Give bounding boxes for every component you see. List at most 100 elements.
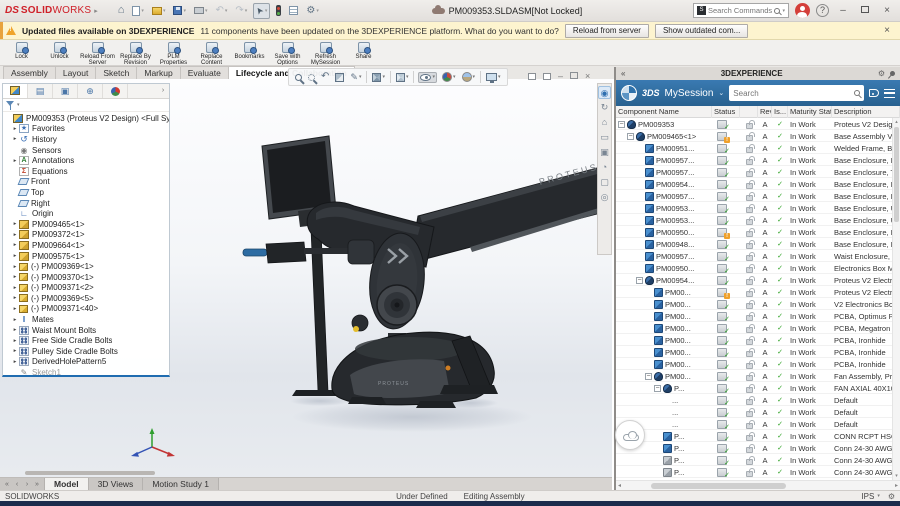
previous-view-button[interactable]: ↶ <box>320 71 330 83</box>
component-row-config[interactable]: ...A✓In WorkDefault <box>616 394 892 407</box>
component-row-pm009353[interactable]: −PM009353A✓In WorkProteus V2 Desig <box>616 118 892 131</box>
column-maturity-state[interactable]: Maturity State <box>788 106 832 118</box>
expand-arrow-icon[interactable]: ▸ <box>11 274 19 280</box>
component-row-p[interactable]: −P...A✓In WorkFAN AXIAL 40X10 <box>616 382 892 395</box>
pin-icon[interactable] <box>888 69 897 78</box>
tab-nav-button[interactable]: « <box>3 481 11 488</box>
row-expander-icon[interactable]: − <box>654 384 661 392</box>
taskpane-3dexperience-icon[interactable]: ◉ <box>598 86 611 99</box>
tree-item-front[interactable]: Front <box>5 177 169 188</box>
tree-item-favorites[interactable]: ▸ ★ Favorites <box>5 124 169 135</box>
tree-item-annotations[interactable]: ▸ A Annotations <box>5 155 169 166</box>
component-row-pm00957[interactable]: PM00957...A✓In WorkBase Enclosure, T <box>616 166 892 179</box>
component-row-p[interactable]: P...A✓In WorkConn 24-30 AWG <box>616 442 892 455</box>
component-row-pm00954[interactable]: PM00954...A✓In WorkBase Enclosure, F <box>616 178 892 191</box>
section-view-button[interactable] <box>334 72 345 83</box>
command-search[interactable]: S ▾ <box>692 3 789 18</box>
panel-search[interactable] <box>729 85 864 101</box>
3dexperience-cloud-fab[interactable] <box>615 420 645 450</box>
expand-arrow-icon[interactable]: ▸ <box>11 221 19 227</box>
component-row-config[interactable]: ...A✓In WorkDefault <box>616 418 892 431</box>
column-is[interactable]: Is... <box>772 106 788 118</box>
component-row-pm00[interactable]: PM00...A✓In WorkPCBA, Megatron <box>616 322 892 335</box>
expand-arrow-icon[interactable]: ▸ <box>11 126 19 132</box>
component-row-pm00953[interactable]: PM00953...A✓In WorkBase Enclosure, U <box>616 202 892 215</box>
tree-item-pm009664-1[interactable]: ▸ PM009664<1> <box>5 240 169 251</box>
ribbon-tab-layout[interactable]: Layout <box>54 66 97 79</box>
ribbon-tab-assembly[interactable]: Assembly <box>3 66 56 79</box>
cmd-refresh-mysession-button[interactable]: Refresh MySession <box>307 41 344 65</box>
display-style-button[interactable]: ▾ <box>395 72 410 83</box>
tree-tabs-more-button[interactable]: › <box>157 84 169 98</box>
filter-funnel-icon[interactable] <box>6 100 15 110</box>
doc-restore-button[interactable] <box>570 71 579 81</box>
hide-show-items-button[interactable]: ▾ <box>418 71 437 83</box>
taskpane-appearances-icon[interactable]: ◔ <box>598 161 611 174</box>
component-row-pm00[interactable]: PM00...A✓In WorkV2 Electronics Bo <box>616 298 892 311</box>
tag-icon[interactable] <box>869 89 879 97</box>
expand-arrow-icon[interactable]: ▸ <box>11 359 19 365</box>
cmd-reload-from-server-button[interactable]: Reload From Server <box>79 41 116 65</box>
expand-arrow-icon[interactable]: ▸ <box>11 232 19 238</box>
dock-window-icon[interactable] <box>528 72 536 80</box>
taskpane-view-palette-icon[interactable]: ▣ <box>598 146 611 159</box>
tree-item-free-side-cradle-bolts[interactable]: ▸ Free Side Cradle Bolts <box>5 335 169 346</box>
tree-item-history[interactable]: ▸ ↺ History <box>5 134 169 145</box>
logo-expand-icon[interactable]: ▸ <box>94 7 98 15</box>
panel-search-input[interactable] <box>733 88 851 98</box>
component-row-pm00951[interactable]: PM00951...A✓In WorkWelded Frame, B <box>616 142 892 155</box>
redo-button[interactable]: ↷ ▾ <box>233 3 249 19</box>
expand-arrow-icon[interactable]: ▸ <box>11 306 19 312</box>
component-row-pm00950[interactable]: PM00950...A✓In WorkElectronics Box M <box>616 262 892 275</box>
tree-item-pm009371-40[interactable]: ▸ (-) PM009371<40> <box>5 304 169 315</box>
component-row-pm00950[interactable]: PM00950...A✓In WorkBase Enclosure, F <box>616 226 892 239</box>
minimize-button[interactable]: – <box>835 4 851 18</box>
tree-item-equations[interactable]: Σ Equations <box>5 166 169 177</box>
annotation-views-button[interactable]: ✎ ▾ <box>349 72 362 83</box>
view-orientation-button[interactable]: ▾ <box>371 72 386 83</box>
tree-item-pm009372-1[interactable]: ▸ PM009372<1> <box>5 230 169 241</box>
panel-vertical-scrollbar[interactable]: ▴ ▾ <box>892 118 900 480</box>
doc-close-button[interactable]: × <box>585 71 590 81</box>
row-expander-icon[interactable]: − <box>636 276 643 284</box>
show-outdated-button[interactable]: Show outdated com... <box>654 23 749 38</box>
doc-tab-model[interactable]: Model <box>45 478 89 490</box>
tab-nav-button[interactable]: » <box>33 481 41 488</box>
component-row-pm00[interactable]: PM00...A✓In WorkPCBA, Ironhide <box>616 334 892 347</box>
status-gear-icon[interactable]: ⚙ <box>888 492 895 501</box>
cmd-plm-properties-button[interactable]: PLM Properties <box>155 41 192 65</box>
tree-item-origin[interactable]: ∟ Origin <box>5 208 169 219</box>
component-row-pm00[interactable]: −PM00...A✓In WorkFan Assembly, Pr <box>616 370 892 383</box>
expand-arrow-icon[interactable]: ▸ <box>11 327 19 333</box>
tab-displaymanager[interactable] <box>103 84 128 98</box>
row-expander-icon[interactable]: − <box>627 132 634 140</box>
component-row-config[interactable]: ...A✓In WorkDefault <box>616 406 892 419</box>
cmd-lock-button[interactable]: Lock <box>3 41 40 60</box>
tree-item-pm009369-5[interactable]: ▸ (-) PM009369<5> <box>5 293 169 304</box>
zoom-area-button[interactable] <box>307 73 316 82</box>
taskpane-recycle-bin-icon[interactable]: ↻ <box>598 101 611 114</box>
tab-featuremanager[interactable] <box>3 84 28 98</box>
row-expander-icon[interactable]: − <box>618 120 625 128</box>
component-row-pm00957[interactable]: PM00957...A✓In WorkBase Enclosure, F <box>616 154 892 167</box>
component-row-pm00957[interactable]: PM00957...A✓In WorkBase Enclosure, E <box>616 190 892 203</box>
tree-item-waist-mount-bolts[interactable]: ▸ Waist Mount Bolts <box>5 325 169 336</box>
cmd-replace-by-revision-button[interactable]: Replace By Revision <box>117 41 154 65</box>
command-search-input[interactable] <box>707 6 773 15</box>
ribbon-tab-evaluate[interactable]: Evaluate <box>179 66 229 79</box>
tree-root-item[interactable]: PM009353 (Proteus V2 Design) <Full Syste… <box>5 113 169 124</box>
tab-propertymanager[interactable]: ▤ <box>28 84 53 98</box>
zoom-fit-button[interactable] <box>294 73 303 82</box>
tab-nav-button[interactable]: ‹ <box>13 481 21 488</box>
cmd-bookmarks-button[interactable]: Bookmarks <box>231 41 268 60</box>
expand-arrow-icon[interactable]: ▸ <box>11 158 19 164</box>
expand-arrow-icon[interactable]: ▸ <box>11 338 19 344</box>
expand-arrow-icon[interactable]: ▸ <box>11 242 19 248</box>
expand-arrow-icon[interactable]: ▸ <box>11 317 19 323</box>
print-button[interactable]: ▾ <box>192 3 210 19</box>
expand-arrow-icon[interactable]: ▸ <box>11 295 19 301</box>
tab-nav-button[interactable]: › <box>23 481 31 488</box>
panel-gear-icon[interactable]: ⚙ <box>878 69 885 78</box>
tree-item-derivedholepattern5[interactable]: ▸ DerivedHolePattern5 <box>5 357 169 368</box>
help-button[interactable]: ? <box>815 4 829 17</box>
